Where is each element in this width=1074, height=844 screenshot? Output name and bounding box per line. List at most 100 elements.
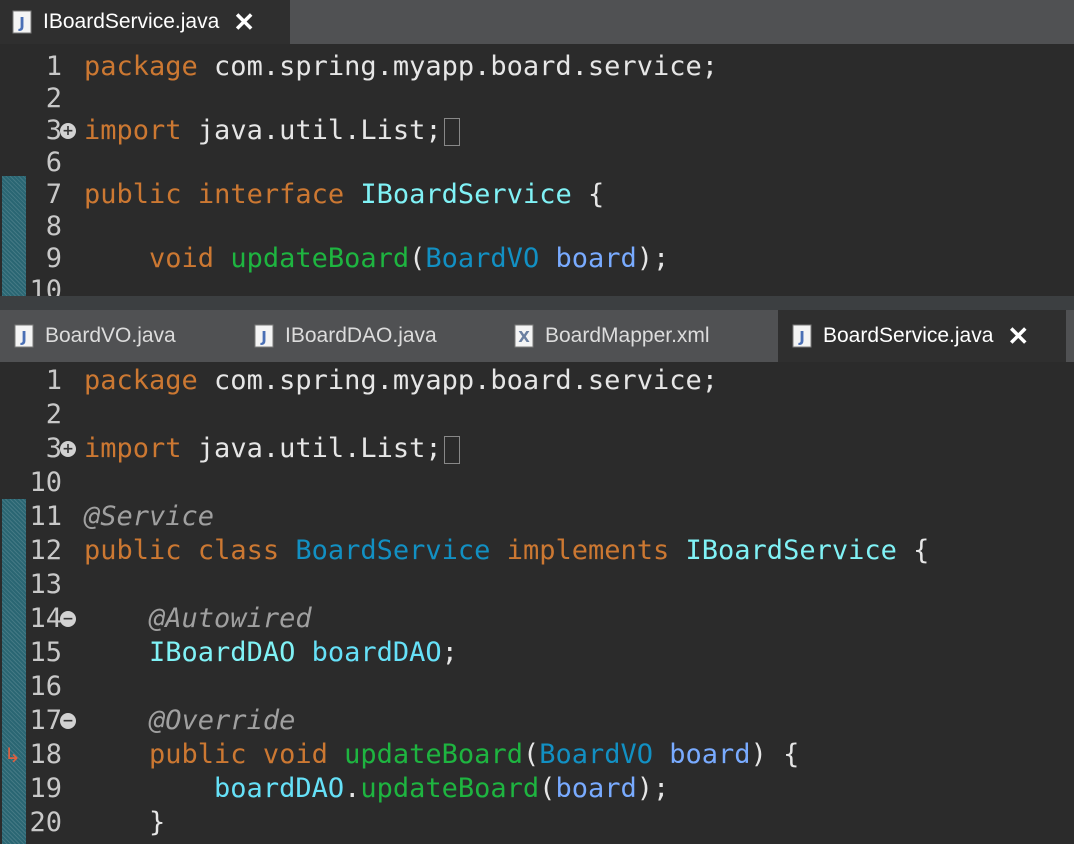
- code-token: class: [197, 535, 280, 566]
- svg-text:J: J: [20, 328, 27, 346]
- code-line[interactable]: 13: [0, 568, 1074, 602]
- code-line[interactable]: 1 package com.spring.myapp.board.service;: [0, 364, 1074, 398]
- code-text: @Override: [84, 704, 295, 738]
- code-token: public: [149, 739, 247, 770]
- code-text: import java.util.List;: [84, 114, 460, 148]
- code-token: {: [571, 179, 605, 210]
- tab-boardmapper-xml[interactable]: X BoardMapper.xml: [500, 310, 778, 362]
- pane-divider[interactable]: [0, 296, 1074, 310]
- top-tab-bar: J IBoardService.java ✕: [0, 0, 1074, 44]
- code-line[interactable]: 9 void updateBoard(BoardVO board);: [0, 242, 1074, 276]
- line-number: 14: [29, 603, 62, 634]
- line-number: 1: [45, 365, 62, 396]
- code-line[interactable]: 16: [0, 670, 1074, 704]
- java-file-icon: J: [254, 324, 274, 348]
- code-line[interactable]: 10: [0, 466, 1074, 500]
- line-number: 8: [45, 211, 62, 242]
- tab-boardvo-java[interactable]: J BoardVO.java: [0, 310, 240, 362]
- code-line[interactable]: 12 public class BoardService implements I…: [0, 534, 1074, 568]
- code-line[interactable]: 3 + import java.util.List;: [0, 114, 1074, 148]
- code-line[interactable]: 10: [0, 274, 1074, 296]
- line-number: 3: [45, 433, 62, 464]
- code-token: ) {: [750, 739, 800, 770]
- line-number: 2: [45, 399, 62, 430]
- code-line[interactable]: 3 + import java.util.List;: [0, 432, 1074, 466]
- java-file-icon: J: [14, 324, 34, 348]
- code-token: (: [539, 773, 556, 804]
- code-text: }: [84, 806, 165, 840]
- code-token: board: [669, 739, 751, 770]
- code-token: boardDAO: [311, 637, 442, 668]
- code-token: void: [262, 739, 328, 770]
- line-number: 1: [45, 51, 62, 82]
- code-text: @Autowired: [84, 602, 312, 636]
- code-line[interactable]: 1 package com.spring.myapp.board.service;: [0, 50, 1074, 84]
- tab-label: IBoardService.java: [43, 10, 220, 33]
- code-token: com.spring.myapp.board.service;: [197, 51, 718, 82]
- bottom-editor-pane: J BoardVO.java J IBoardDAO.java X BoardMapper…: [0, 310, 1074, 844]
- code-token: IBoardDAO: [149, 637, 296, 668]
- collapse-fold-icon[interactable]: −: [60, 713, 76, 729]
- bottom-code-editor[interactable]: 1 package com.spring.myapp.board.service;…: [0, 362, 1074, 844]
- override-indicator-icon[interactable]: ↳: [4, 738, 21, 772]
- close-icon[interactable]: ✕: [233, 9, 255, 35]
- code-line[interactable]: 15 IBoardDAO boardDAO;: [0, 636, 1074, 670]
- code-line[interactable]: 8: [0, 210, 1074, 244]
- code-text: @Service: [84, 500, 214, 534]
- code-line[interactable]: 2: [0, 398, 1074, 432]
- code-line[interactable]: 2: [0, 82, 1074, 116]
- folded-region-icon[interactable]: [443, 117, 460, 146]
- code-line[interactable]: 17− @Override: [0, 704, 1074, 738]
- tab-label: BoardMapper.xml: [545, 324, 710, 347]
- code-text: void updateBoard(BoardVO board);: [84, 242, 669, 276]
- svg-text:J: J: [798, 328, 805, 346]
- code-token: {: [896, 535, 930, 566]
- line-number: 13: [29, 569, 62, 600]
- code-text: IBoardDAO boardDAO;: [84, 636, 458, 670]
- code-token: (: [522, 739, 540, 770]
- code-text: package com.spring.myapp.board.service;: [84, 50, 718, 84]
- code-line[interactable]: 6: [0, 146, 1074, 180]
- code-line[interactable]: 18 ↳ public void updateBoard(BoardVO boar…: [0, 738, 1074, 772]
- code-token: com.spring.myapp.board.service;: [197, 365, 718, 396]
- expand-fold-icon[interactable]: +: [60, 123, 76, 139]
- code-line[interactable]: 11 @Service: [0, 500, 1074, 534]
- code-token: IBoardService: [685, 535, 897, 566]
- code-line[interactable]: 20 }: [0, 806, 1074, 840]
- code-line[interactable]: 19 boardDAO.updateBoard(board);: [0, 772, 1074, 806]
- code-line[interactable]: 7 public interface IBoardService {: [0, 178, 1074, 212]
- code-text: import java.util.List;: [84, 432, 460, 466]
- folded-region-icon[interactable]: [443, 435, 460, 464]
- tab-iboarddao-java[interactable]: J IBoardDAO.java: [240, 310, 500, 362]
- code-line[interactable]: 14− @Autowired: [0, 602, 1074, 636]
- tab-iboardservice-java[interactable]: J IBoardService.java ✕: [0, 0, 290, 44]
- java-file-icon: J: [12, 10, 32, 34]
- line-number: 18: [29, 739, 62, 770]
- line-number: 20: [29, 807, 62, 838]
- line-number: 10: [29, 275, 62, 296]
- expand-fold-icon[interactable]: +: [60, 441, 76, 457]
- line-number: 15: [29, 637, 62, 668]
- code-token: void: [149, 243, 215, 274]
- line-number: 16: [29, 671, 62, 702]
- code-token: public: [84, 535, 182, 566]
- collapse-fold-icon[interactable]: −: [60, 611, 76, 627]
- code-text: public class BoardService implements IBo…: [84, 534, 929, 568]
- tab-boardservice-java[interactable]: J BoardService.java ✕: [778, 310, 1066, 362]
- top-code-editor[interactable]: 1 package com.spring.myapp.board.service;…: [0, 44, 1074, 296]
- line-number: 19: [29, 773, 62, 804]
- code-token: BoardVO: [539, 739, 654, 770]
- close-icon[interactable]: ✕: [1007, 323, 1029, 349]
- line-number: 7: [45, 179, 62, 210]
- tab-label: BoardVO.java: [45, 324, 176, 347]
- code-token: board: [555, 243, 637, 274]
